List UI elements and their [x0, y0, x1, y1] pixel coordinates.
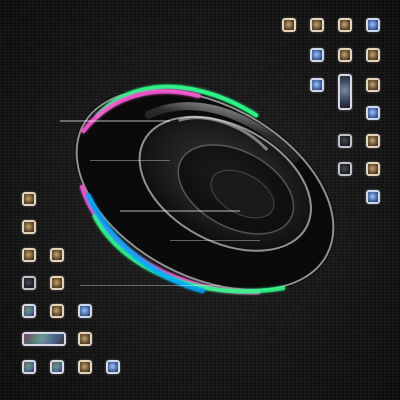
app-tile-icon[interactable] [310, 48, 324, 62]
app-tile-icon[interactable] [282, 18, 296, 32]
app-tile-icon[interactable] [78, 332, 92, 346]
app-tile-icon[interactable] [338, 18, 352, 32]
app-tile-icon[interactable] [366, 190, 380, 204]
glitch-art-canvas [0, 0, 400, 400]
app-tile-icon[interactable] [366, 162, 380, 176]
app-tile-icon[interactable] [78, 304, 92, 318]
app-tile-icon[interactable] [22, 248, 36, 262]
app-tile-icon[interactable] [338, 134, 352, 148]
app-tile-icon[interactable] [310, 18, 324, 32]
app-tile-icon[interactable] [22, 276, 36, 290]
app-tile-icon[interactable] [50, 248, 64, 262]
app-tile-icon[interactable] [78, 360, 92, 374]
app-tile-icon[interactable] [366, 78, 380, 92]
app-tile-icon[interactable] [338, 48, 352, 62]
app-tile-icon[interactable] [366, 106, 380, 120]
app-tile-icon[interactable] [22, 332, 66, 346]
app-tile-icon[interactable] [22, 220, 36, 234]
app-tile-icon[interactable] [338, 162, 352, 176]
app-tile-icon[interactable] [50, 304, 64, 318]
app-tile-icon[interactable] [366, 134, 380, 148]
app-tile-icon[interactable] [310, 78, 324, 92]
app-tile-icon[interactable] [22, 192, 36, 206]
app-tile-icon[interactable] [366, 48, 380, 62]
app-tile-icon[interactable] [106, 360, 120, 374]
app-tile-icon[interactable] [22, 304, 36, 318]
app-tile-icon[interactable] [50, 360, 64, 374]
app-tile-icon[interactable] [50, 276, 64, 290]
app-tile-icon[interactable] [22, 360, 36, 374]
app-tile-icon[interactable] [338, 74, 352, 110]
app-tile-icon[interactable] [366, 18, 380, 32]
